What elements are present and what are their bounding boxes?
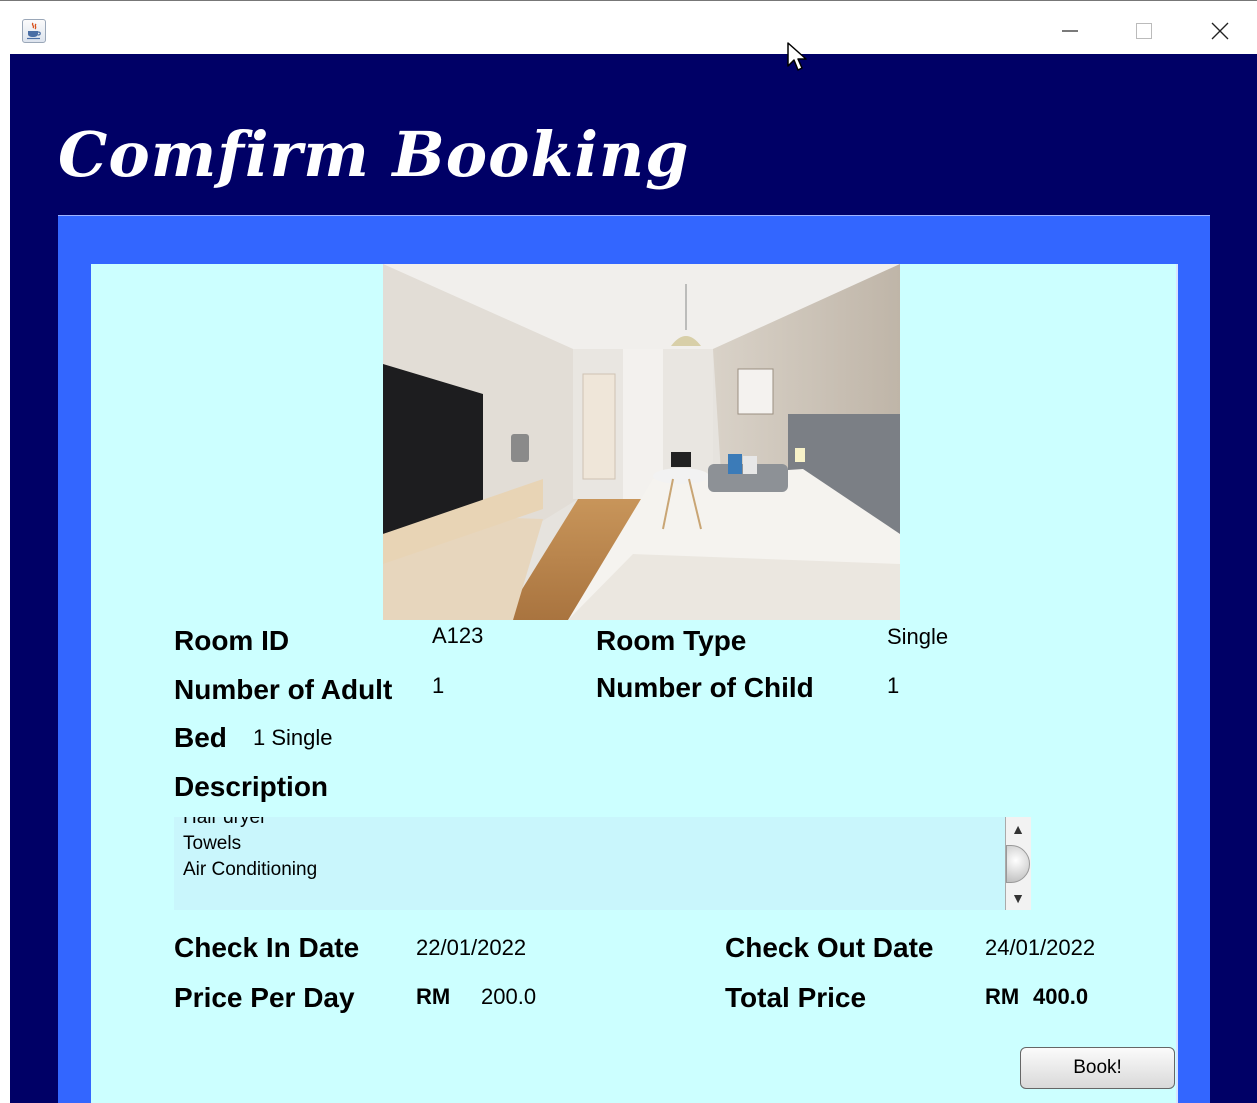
mouse-pointer-icon xyxy=(787,42,809,79)
bed-value: 1 Single xyxy=(253,725,333,750)
room-photo xyxy=(383,264,900,620)
close-icon xyxy=(1211,22,1229,40)
number-of-child-value: 1 xyxy=(887,673,900,698)
room-id-label: Room ID xyxy=(174,625,290,656)
arrow-up-icon[interactable]: ▲ xyxy=(1008,819,1028,839)
maximize-icon xyxy=(1136,23,1152,39)
room-id-value: A123 xyxy=(432,623,484,648)
minimize-button[interactable] xyxy=(1048,13,1092,49)
description-line: Hair dryer xyxy=(183,817,267,828)
description-text: Hair dryer Towels Air Conditioning xyxy=(183,817,317,883)
arrow-down-icon[interactable]: ▼ xyxy=(1008,888,1028,908)
check-in-date-value: 22/01/2022 xyxy=(416,935,527,960)
price-per-day-value: 200.0 xyxy=(481,984,537,1009)
java-cup-icon xyxy=(22,19,46,43)
number-of-adult-label: Number of Adult xyxy=(174,674,393,705)
price-per-day-label: Price Per Day xyxy=(174,982,355,1013)
check-out-date-label: Check Out Date xyxy=(725,932,934,963)
bed-label: Bed xyxy=(174,722,227,753)
minimize-icon xyxy=(1062,30,1078,32)
maximize-button[interactable] xyxy=(1122,13,1166,49)
check-out-date-value: 24/01/2022 xyxy=(985,935,1096,960)
total-price-value: 400.0 xyxy=(1033,984,1089,1009)
total-currency: RM xyxy=(985,984,1020,1009)
total-price-label: Total Price xyxy=(725,982,867,1013)
window-title-bar xyxy=(0,0,1257,54)
number-of-child-label: Number of Child xyxy=(596,672,814,703)
description-label: Description xyxy=(174,771,329,802)
check-in-date-label: Check In Date xyxy=(174,932,360,963)
room-type-value: Single xyxy=(887,624,949,649)
number-of-adult-value: 1 xyxy=(432,673,445,698)
description-scrollbar[interactable]: ▲ ▼ xyxy=(1005,817,1031,910)
close-button[interactable] xyxy=(1198,13,1242,49)
price-currency: RM xyxy=(416,984,451,1009)
book-button[interactable]: Book! xyxy=(1020,1047,1175,1089)
description-textarea[interactable]: Hair dryer Towels Air Conditioning ▲ ▼ xyxy=(174,817,1031,910)
scrollbar-thumb[interactable] xyxy=(1006,845,1030,883)
room-type-label: Room Type xyxy=(596,625,747,656)
description-line: Towels xyxy=(183,833,242,854)
description-line: Air Conditioning xyxy=(183,859,318,880)
page-title: Comfirm Booking xyxy=(58,118,690,191)
